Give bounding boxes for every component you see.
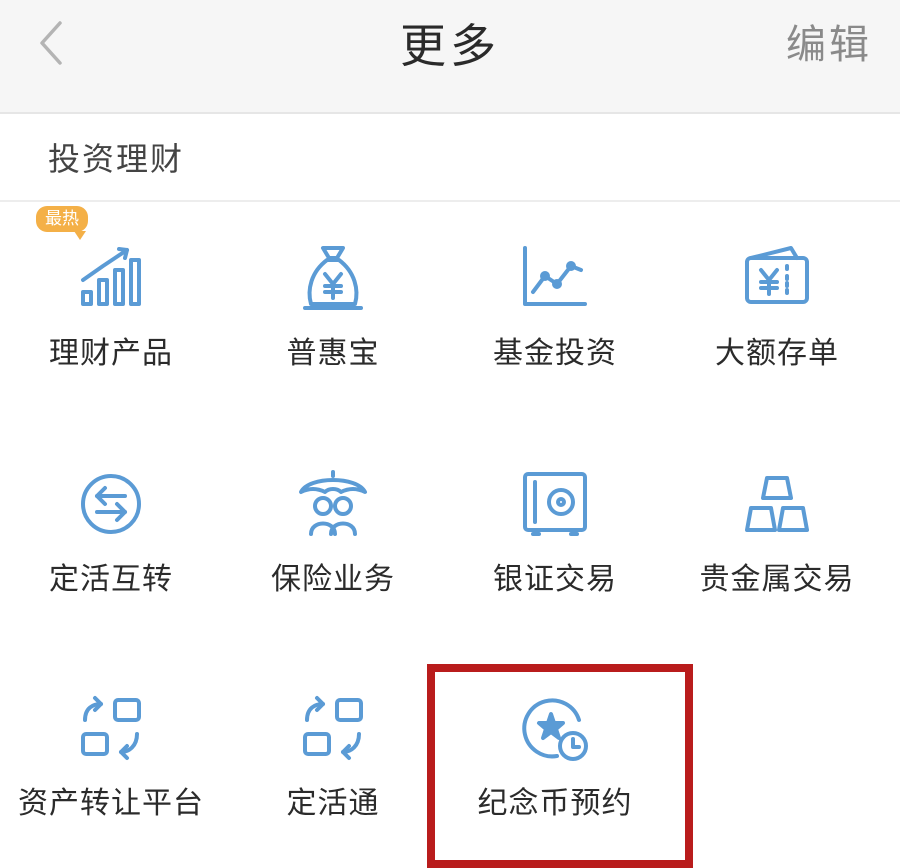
transfer-squares-icon xyxy=(303,696,363,760)
grid-item-bank-securities[interactable]: 银证交易 xyxy=(444,428,666,638)
grid-item-insurance[interactable]: 保险业务 xyxy=(222,428,444,638)
grid-item-label: 大额存单 xyxy=(715,336,839,371)
grid-item-label: 理财产品 xyxy=(49,336,173,371)
grid-item-dinghuotong[interactable]: 定活通 xyxy=(222,652,444,862)
section-header: 投资理财 xyxy=(0,114,900,202)
grid-item-puhuibao[interactable]: 普惠宝 xyxy=(222,202,444,412)
hot-badge: 最热 xyxy=(36,206,88,240)
grid-item-fixed-current-transfer[interactable]: 定活互转 xyxy=(0,428,222,638)
line-chart-icon xyxy=(523,246,587,306)
grid-item-label: 资产转让平台 xyxy=(18,786,204,821)
transfer-squares-icon xyxy=(81,696,141,760)
grid-item-label: 贵金属交易 xyxy=(699,562,855,597)
grid-item-large-deposit[interactable]: 大额存单 xyxy=(666,202,888,412)
page-title: 更多 xyxy=(400,19,500,73)
grid-item-wealth-products[interactable]: 理财产品 xyxy=(0,202,222,412)
grid-item-asset-transfer-platform[interactable]: 资产转让平台 xyxy=(0,652,222,862)
exchange-circle-icon xyxy=(81,474,141,534)
top-navbar: 更多 编辑 xyxy=(0,0,900,114)
grid-item-label: 定活通 xyxy=(286,786,380,821)
grid-item-label: 基金投资 xyxy=(493,336,617,371)
grid-item-label: 保险业务 xyxy=(271,562,395,597)
bar-growth-icon xyxy=(81,247,141,306)
deposit-certificate-icon xyxy=(745,246,809,304)
grid-item-label: 定活互转 xyxy=(49,562,173,597)
grid-item-precious-metals[interactable]: 贵金属交易 xyxy=(666,428,888,638)
edit-button[interactable]: 编辑 xyxy=(786,12,872,70)
grid-item-label: 普惠宝 xyxy=(286,336,380,371)
highlight-box xyxy=(427,664,693,868)
grid-item-label: 银证交易 xyxy=(493,562,617,597)
money-bag-icon xyxy=(303,246,363,310)
grid-item-fund-investment[interactable]: 基金投资 xyxy=(444,202,666,412)
section-title: 投资理财 xyxy=(48,140,185,178)
gold-bars-icon xyxy=(745,476,809,532)
umbrella-family-icon xyxy=(299,470,367,536)
safe-icon xyxy=(523,472,587,536)
